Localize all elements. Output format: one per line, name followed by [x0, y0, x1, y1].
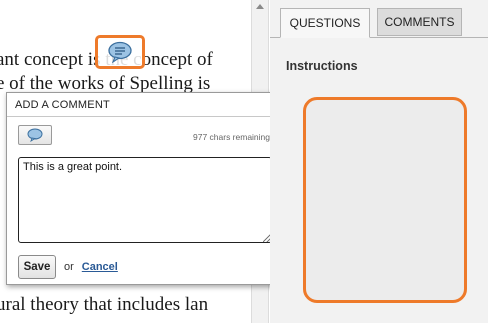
or-separator: or — [64, 261, 74, 273]
instructions-heading: Instructions — [286, 59, 358, 73]
scroll-up-arrow-icon[interactable] — [256, 4, 264, 9]
side-panel: QUESTIONS COMMENTS Instructions — [270, 0, 488, 323]
speech-bubble-icon — [27, 128, 43, 142]
tab-questions[interactable]: QUESTIONS — [280, 8, 370, 38]
popup-title: ADD A COMMENT — [7, 93, 282, 117]
highlighted-content-area — [303, 97, 467, 303]
popup-footer: Save or Cancel — [18, 255, 118, 279]
add-comment-popup: ADD A COMMENT 977 chars remaining Save o… — [6, 92, 283, 285]
tab-comments[interactable]: COMMENTS — [377, 8, 462, 36]
chars-remaining-counter: 977 chars remaining — [192, 132, 270, 142]
tab-strip: QUESTIONS COMMENTS — [270, 0, 488, 38]
popup-toolbar: 977 chars remaining — [7, 117, 282, 147]
cancel-link[interactable]: Cancel — [82, 261, 118, 273]
speech-bubble-icon — [108, 41, 132, 63]
comment-trigger-button[interactable] — [95, 35, 145, 69]
save-button[interactable]: Save — [18, 255, 56, 279]
comment-textarea[interactable] — [18, 157, 272, 243]
document-text-line: ural theory that includes lan — [0, 294, 209, 315]
insert-comment-button[interactable] — [18, 125, 52, 145]
